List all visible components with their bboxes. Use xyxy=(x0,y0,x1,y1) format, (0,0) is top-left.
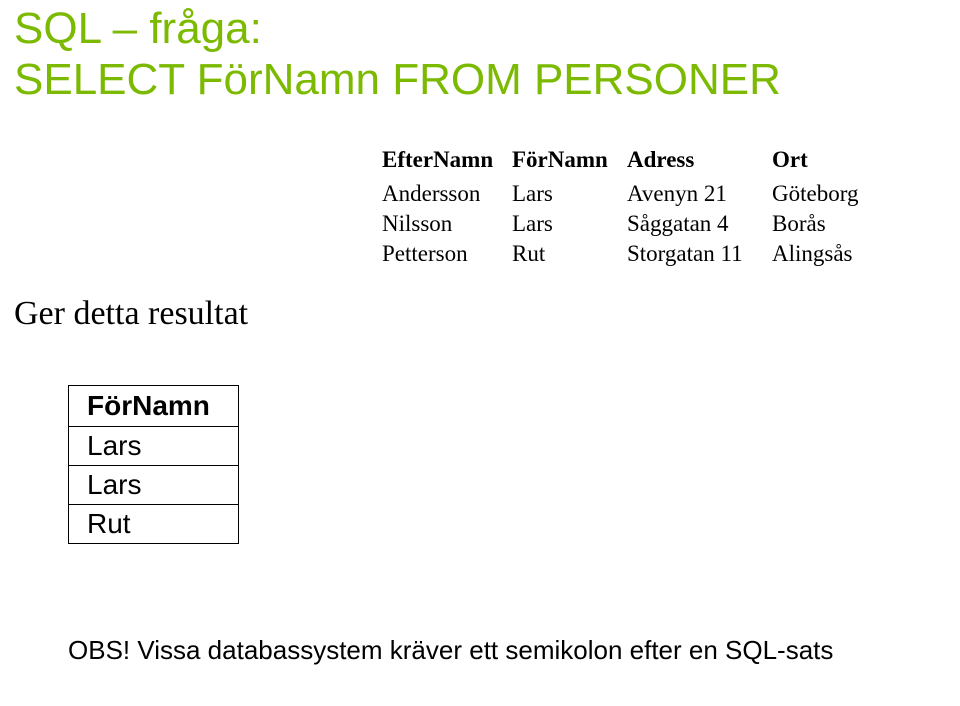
cell: Rut xyxy=(512,239,627,269)
cell: Lars xyxy=(512,209,627,239)
cell: Andersson xyxy=(382,179,512,209)
cell: Avenyn 21 xyxy=(627,179,772,209)
col-header: EfterNamn xyxy=(382,145,512,179)
cell: Lars xyxy=(512,179,627,209)
table-row: Lars xyxy=(69,427,239,466)
cell: Lars xyxy=(69,427,239,466)
source-table: EfterNamn FörNamn Adress Ort Andersson L… xyxy=(382,145,872,269)
table-header-row: FörNamn xyxy=(69,386,239,427)
cell: Såggatan 4 xyxy=(627,209,772,239)
result-label: Ger detta resultat xyxy=(14,295,248,333)
col-header: Adress xyxy=(627,145,772,179)
table-row: Nilsson Lars Såggatan 4 Borås xyxy=(382,209,872,239)
col-header: FörNamn xyxy=(512,145,627,179)
result-table: FörNamn Lars Lars Rut xyxy=(68,385,239,544)
table-row: Rut xyxy=(69,505,239,544)
slide-title: SQL – fråga: SELECT FörNamn FROM PERSONE… xyxy=(14,4,781,105)
cell: Rut xyxy=(69,505,239,544)
source-table-container: EfterNamn FörNamn Adress Ort Andersson L… xyxy=(382,145,872,269)
cell: Storgatan 11 xyxy=(627,239,772,269)
table-row: Lars xyxy=(69,466,239,505)
title-line-2: SELECT FörNamn FROM PERSONER xyxy=(14,55,781,106)
cell: Nilsson xyxy=(382,209,512,239)
note-text: OBS! Vissa databassystem kräver ett semi… xyxy=(68,635,833,666)
cell: Lars xyxy=(69,466,239,505)
table-row: Andersson Lars Avenyn 21 Göteborg xyxy=(382,179,872,209)
cell: Petterson xyxy=(382,239,512,269)
table-row: Petterson Rut Storgatan 11 Alingsås xyxy=(382,239,872,269)
cell: Göteborg xyxy=(772,179,872,209)
result-table-container: FörNamn Lars Lars Rut xyxy=(68,385,239,544)
col-header: Ort xyxy=(772,145,872,179)
result-col-header: FörNamn xyxy=(69,386,239,427)
cell: Alingsås xyxy=(772,239,872,269)
title-line-1: SQL – fråga: xyxy=(14,4,781,55)
cell: Borås xyxy=(772,209,872,239)
table-header-row: EfterNamn FörNamn Adress Ort xyxy=(382,145,872,179)
